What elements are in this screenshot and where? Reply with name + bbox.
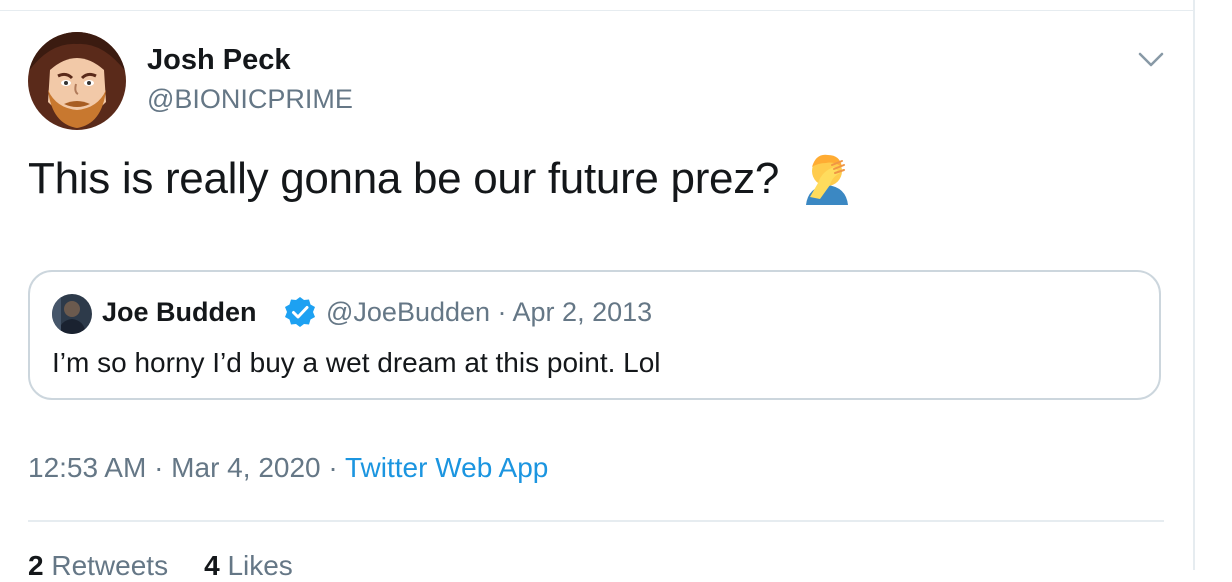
face-palm-emoji <box>802 151 852 205</box>
quoted-author-name: Joe Budden <box>102 297 257 327</box>
likes-label: Likes <box>227 550 293 581</box>
tweet-stats: 2 Retweets 4 Likes <box>28 550 293 582</box>
likes-stat[interactable]: 4 Likes <box>204 550 293 581</box>
source-app-link[interactable]: Twitter Web App <box>345 452 548 483</box>
top-divider <box>0 10 1194 11</box>
retweets-label: Retweets <box>51 550 169 581</box>
stats-divider <box>28 520 1164 522</box>
retweets-count: 2 <box>28 550 44 581</box>
likes-count: 4 <box>204 550 220 581</box>
verified-badge-icon <box>283 295 317 329</box>
tweet-timestamp[interactable]: 12:53 AM · Mar 4, 2020 · <box>28 452 345 483</box>
author-name[interactable]: Josh Peck <box>147 44 290 77</box>
tweet-timestamp-line: 12:53 AM · Mar 4, 2020 · Twitter Web App <box>28 452 548 484</box>
author-avatar[interactable] <box>28 32 126 130</box>
quoted-text: I’m so horny I’d buy a wet dream at this… <box>52 347 661 378</box>
quoted-tweet[interactable]: Joe Budden @JoeBudden · Apr 2, 2013 I’m … <box>28 270 1161 400</box>
author-handle[interactable]: @BIONICPRIME <box>147 84 353 115</box>
quoted-handle-date: @JoeBudden · Apr 2, 2013 <box>326 297 653 327</box>
retweets-stat[interactable]: 2 Retweets <box>28 550 168 581</box>
chevron-down-icon[interactable] <box>1136 46 1166 72</box>
right-border <box>1193 0 1195 570</box>
quoted-author-avatar <box>52 294 92 334</box>
tweet-text: This is really gonna be our future prez? <box>28 154 780 203</box>
